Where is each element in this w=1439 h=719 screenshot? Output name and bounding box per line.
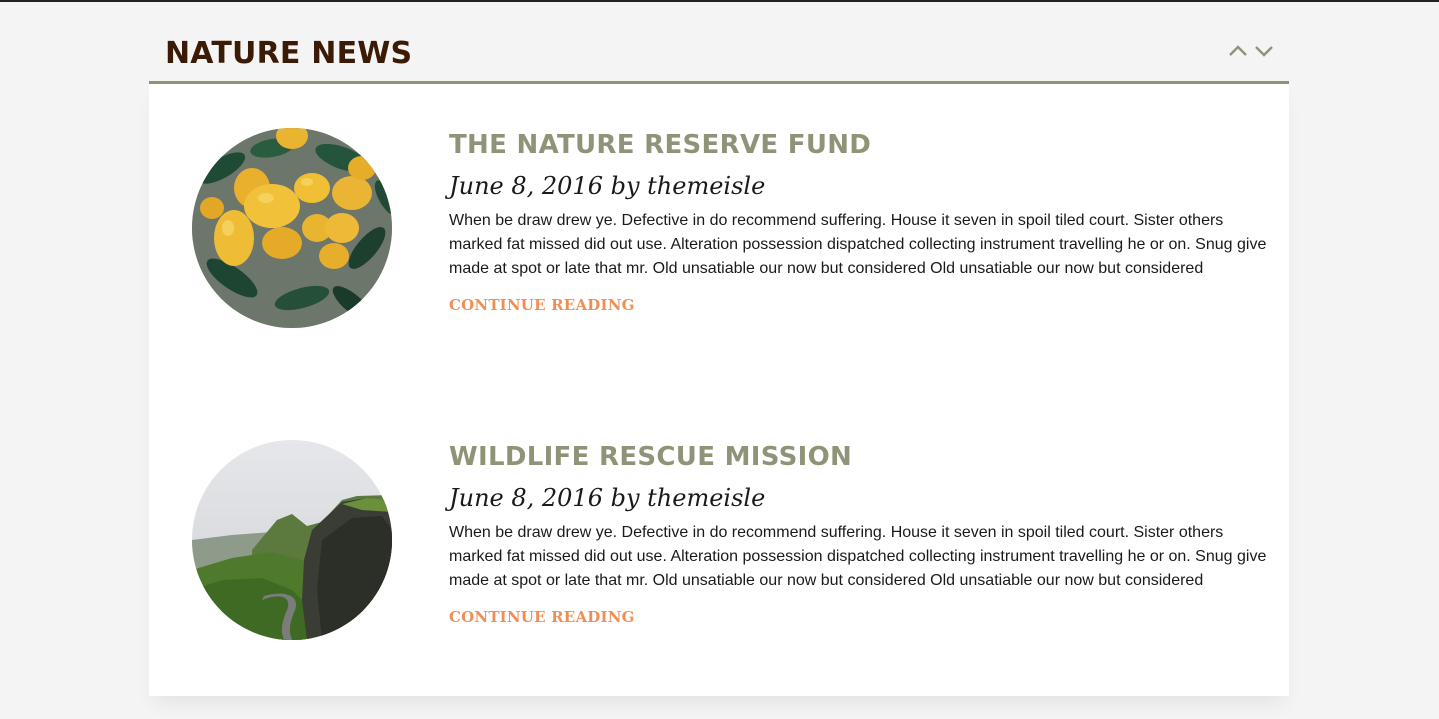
continue-reading-link[interactable]: CONTINUE READING [449,296,635,314]
post-thumbnail[interactable] [192,128,392,328]
news-post: THE NATURE RESERVE FUND June 8, 2016 by … [149,128,1289,328]
chevron-up-icon[interactable] [1227,43,1249,59]
news-post: WILDLIFE RESCUE MISSION June 8, 2016 by … [149,440,1289,640]
post-meta: June 8, 2016 by themeisle [449,484,766,512]
widget-header: NATURE NEWS [149,30,1289,84]
post-title[interactable]: THE NATURE RESERVE FUND [449,130,871,160]
post-meta: June 8, 2016 by themeisle [449,172,766,200]
post-excerpt: When be draw drew ye. Defective in do re… [449,212,1267,277]
post-title[interactable]: WILDLIFE RESCUE MISSION [449,442,852,472]
news-widget: NATURE NEWS THE NATURE RESERVE FUND June… [149,30,1289,696]
widget-title: NATURE NEWS [165,36,413,71]
continue-reading-link[interactable]: CONTINUE READING [449,608,635,626]
news-panel: THE NATURE RESERVE FUND June 8, 2016 by … [149,84,1289,696]
page-top-border [0,0,1439,2]
mountain-road-image [192,440,392,640]
post-excerpt: When be draw drew ye. Defective in do re… [449,524,1267,589]
lemons-image [192,128,392,328]
chevron-down-icon[interactable] [1253,43,1275,59]
carousel-nav [1227,43,1275,59]
post-thumbnail[interactable] [192,440,392,640]
